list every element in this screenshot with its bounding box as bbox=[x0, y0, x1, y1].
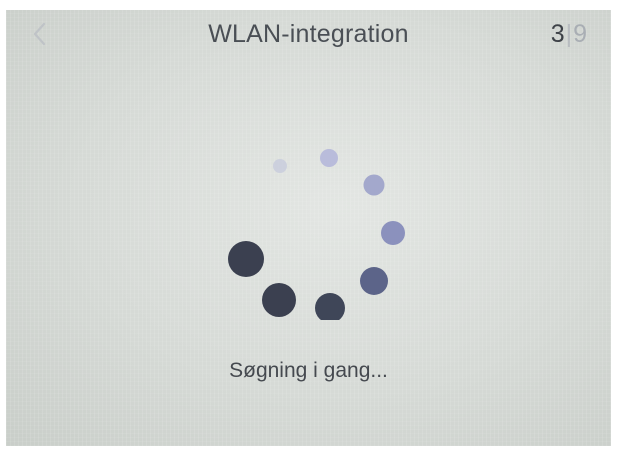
step-total: 9 bbox=[573, 20, 587, 48]
header-bar: WLAN-integration 3|9 bbox=[6, 10, 611, 62]
loading-spinner bbox=[228, 149, 405, 320]
spinner-dot bbox=[228, 241, 264, 277]
status-text: Søgning i gang... bbox=[229, 359, 388, 382]
step-indicator: 3|9 bbox=[551, 20, 587, 49]
spinner-dot bbox=[381, 221, 405, 245]
device-frame: WLAN-integration 3|9 Søgning i gang... bbox=[0, 0, 617, 450]
spinner-dot bbox=[363, 174, 385, 196]
step-separator: | bbox=[565, 20, 573, 48]
spinner-dot bbox=[360, 267, 388, 295]
spinner-dot bbox=[315, 293, 345, 320]
spinner-dot bbox=[262, 283, 296, 317]
spinner-dot bbox=[273, 159, 287, 173]
spinner-dot bbox=[320, 149, 338, 167]
step-current: 3 bbox=[550, 20, 565, 48]
page-title: WLAN-integration bbox=[208, 20, 409, 48]
device-screen: WLAN-integration 3|9 Søgning i gang... bbox=[6, 10, 611, 446]
